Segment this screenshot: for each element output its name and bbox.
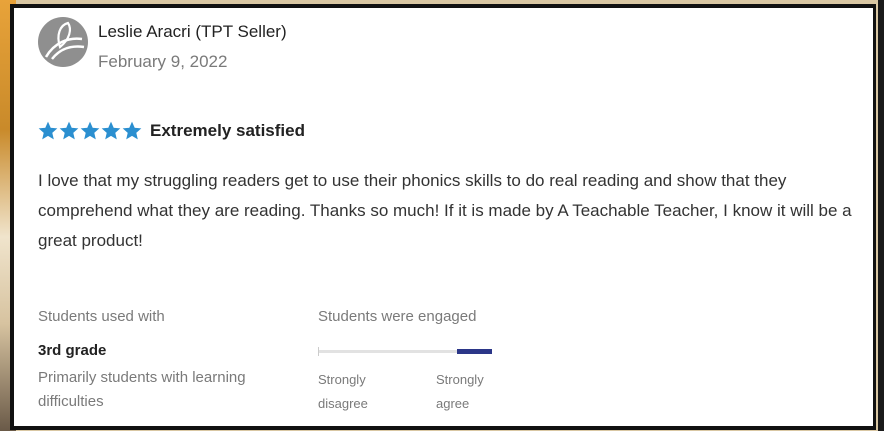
scale-low-label: Strongly disagree: [318, 372, 368, 411]
engagement-scale: [318, 349, 492, 354]
star-icon: [101, 121, 121, 140]
grade-level: 3rd grade: [38, 342, 107, 359]
star-icon: [59, 121, 79, 140]
engagement-scale-start-tick: [318, 347, 319, 356]
leaf-logo-icon: [44, 21, 85, 60]
star-icon: [38, 121, 58, 140]
rating-label: Extremely satisfied: [150, 121, 305, 140]
student-population: Primarily students with learning difficu…: [38, 369, 246, 410]
avatar: [38, 17, 88, 67]
star-icon: [122, 121, 142, 140]
star-icon: [80, 121, 100, 140]
rating-row: Extremely satisfied: [38, 120, 305, 142]
background-edge-right: [878, 0, 884, 431]
students-used-with-heading: Students used with: [38, 308, 165, 325]
scale-high-label: Strongly agree: [436, 372, 484, 411]
review-date: February 9, 2022: [98, 52, 228, 71]
engagement-scale-fill: [457, 349, 492, 354]
review-card: Leslie Aracri (TPT Seller) February 9, 2…: [10, 4, 876, 430]
reviewer-name[interactable]: Leslie Aracri (TPT Seller): [98, 22, 287, 42]
review-text: I love that my struggling readers get to…: [38, 171, 852, 250]
star-rating: [38, 121, 142, 141]
students-engaged-heading: Students were engaged: [318, 308, 477, 325]
